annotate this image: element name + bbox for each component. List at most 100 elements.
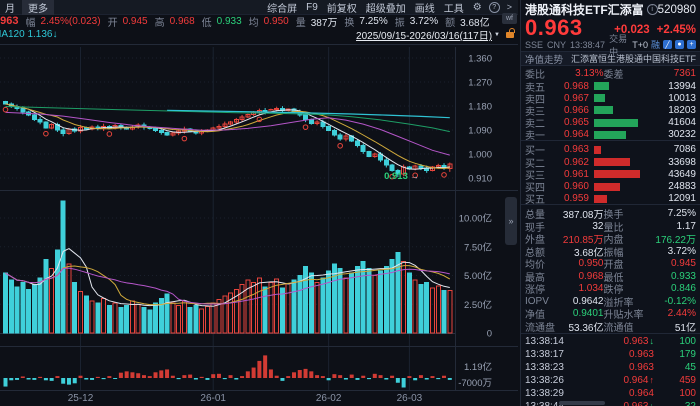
svg-text:10.00亿: 10.00亿	[459, 213, 492, 225]
svg-text:0.913: 0.913	[384, 171, 408, 182]
bid-level-row[interactable]: 买三 0.961 43649	[521, 167, 700, 182]
ask-level-row[interactable]: 卖三 0.966 18203	[521, 103, 700, 118]
margin-flag: 融	[650, 40, 660, 50]
svg-text:-7000万: -7000万	[458, 378, 492, 389]
info-value: 0.950	[263, 15, 289, 27]
top-menu-bar: 月 更多 综合屏 F9 前复权 超级叠加 画线 工具 ⚙ ? >	[0, 0, 518, 15]
info-value: 7.25%	[359, 15, 388, 27]
expand-arrow-icon[interactable]: >	[507, 2, 512, 12]
unlock-icon[interactable]	[506, 27, 515, 38]
info-icon[interactable]: i	[646, 4, 658, 15]
menu-item-F9[interactable]: F9	[306, 2, 318, 13]
menu-item-画线[interactable]: 画线	[415, 0, 435, 15]
weibi-row: 委比 3.13% 委差 7361	[521, 66, 700, 81]
ma-indicator-row: MA120 1.136↓ 2025/09/15-2026/03/16(117日)…	[0, 27, 518, 42]
stat-row: 流通盘 53.36亿 流通值 51亿	[525, 322, 696, 334]
t0-flag: T+0	[632, 39, 648, 50]
menu-items: 综合屏 F9 前复权 超级叠加 画线 工具	[267, 0, 464, 15]
fund-full-name: 汇添富恒生港股通中国科技ETF	[571, 54, 696, 64]
stats-grid: 总量 387.08万 换手 7.25% 现手 32 量比 1.17 外盘 210.85万 内盘 176…	[521, 204, 700, 334]
info-value: 0.933	[216, 15, 242, 27]
stat-row: 涨停 1.034 跌停 0.846	[525, 283, 696, 297]
last-price: 0.963	[525, 15, 583, 40]
svg-text:1.360: 1.360	[468, 54, 492, 65]
trade-tick-row: 13:38:23 0.963 45	[525, 362, 696, 374]
svg-text:26-02: 26-02	[316, 393, 342, 404]
svg-text:25-12: 25-12	[68, 393, 94, 404]
svg-text:2.50亿: 2.50亿	[464, 299, 492, 311]
svg-text:→: →	[410, 171, 419, 181]
stat-row: 净值 0.9401 升贴水率 2.44%	[525, 308, 696, 322]
panel-scrollbar[interactable]	[559, 401, 605, 405]
menu-item-综合屏[interactable]: 综合屏	[267, 0, 297, 15]
chevron-down-icon[interactable]: ▼	[494, 32, 500, 38]
svg-text:1.19亿: 1.19亿	[464, 361, 492, 373]
ma120-label: MA120 1.136↓	[0, 29, 58, 40]
trade-tick-row: 13:38:26 0.964↑ 459	[525, 375, 696, 387]
current-price: 0.963	[0, 15, 19, 27]
trade-tick-row: 13:38:14 0.963↓ 100	[525, 336, 696, 348]
info-value: 0.945	[122, 15, 148, 27]
svg-text:0.910: 0.910	[468, 174, 492, 185]
nav-strip: 净值走势 汇添富恒生港股通中国科技ETF	[521, 51, 700, 66]
price-info-row: 0.963 幅2.45%(0.023)开0.945高0.968低0.933均0.…	[0, 14, 518, 29]
svg-text:26-03: 26-03	[397, 393, 423, 404]
exchange-label: SSE	[525, 39, 544, 50]
tick-list[interactable]: 13:38:14 0.963↓ 100 13:38:17 0.963 179 13:38:2…	[521, 333, 700, 406]
info-value: 3.72%	[409, 15, 439, 27]
info-value: 2.45%(0.023)	[40, 15, 101, 27]
ask-level-row[interactable]: 卖一 0.964 30232	[521, 127, 700, 142]
date-range-selector[interactable]: 2025/09/15-2026/03/16(117日)	[356, 27, 492, 42]
weicha-label: 委差	[603, 70, 624, 81]
weibi-value: 3.13%	[575, 68, 604, 79]
quote-panel: 港股通科技ETF汇添富 i 520980 0.963 +0.023 +2.45%…	[520, 0, 700, 406]
trade-tick-row: 13:38:29 0.964 100	[525, 388, 696, 400]
edit-pencil-icon[interactable]: ╱	[663, 40, 672, 49]
svg-text:5.00亿: 5.00亿	[464, 270, 492, 282]
panel-collapse-handle[interactable]: »	[505, 197, 517, 245]
menu-item-前复权[interactable]: 前复权	[327, 0, 357, 15]
market-meta-row: SSE CNY 13:38:47 交易中 T+0 融 ╱ ● +	[521, 34, 700, 57]
stat-row: 外盘 210.85万 内盘 176.22万	[525, 235, 696, 247]
menu-item-工具[interactable]: 工具	[444, 0, 464, 15]
stat-row: 总量 387.08万 换手 7.25%	[525, 208, 696, 222]
stat-row: 现手 32 量比 1.17	[525, 220, 696, 234]
help-icon[interactable]: ?	[488, 1, 500, 13]
instrument-code: 520980	[657, 3, 697, 16]
period-tab-more[interactable]: 更多	[22, 0, 54, 15]
price-change-pct: +2.45%	[656, 24, 696, 36]
trade-tick-row: 13:38:17 0.963 179	[525, 349, 696, 361]
period-tab-month[interactable]: 月	[0, 0, 20, 15]
bid-level-row[interactable]: 买一 0.963 7086	[521, 142, 700, 157]
svg-text:7.50亿: 7.50亿	[464, 241, 492, 253]
add-plus-icon[interactable]: +	[687, 40, 696, 49]
alert-dot-icon[interactable]: ●	[675, 40, 684, 49]
kline-chart[interactable]: 1.360 1.270 1.180 1.090 1.000 0.910 10.00亿 7.50…	[0, 0, 520, 406]
bid-level-row[interactable]: 买二 0.962 33698	[521, 155, 700, 170]
trade-tick-row: 13:38:440.963↓32	[521, 400, 700, 406]
stat-row: 最高 0.968 最低 0.933	[525, 270, 696, 284]
stat-row: IOPV 0.9642 溢折率 -0.12%	[525, 295, 696, 309]
nav-tab[interactable]: 净值走势	[525, 52, 563, 66]
stat-row: 总额 3.68亿 振幅 3.72%	[525, 245, 696, 259]
svg-text:1.270: 1.270	[468, 78, 492, 89]
bid-level-row[interactable]: 买四 0.960 24883	[521, 179, 700, 194]
order-book: 卖五 0.968 13994 卖四 0.967 10013 卖三 0.966 18203 卖二 0.…	[521, 79, 700, 206]
stat-row: 均价 0.950 开盘 0.945	[525, 258, 696, 272]
bid-level-row[interactable]: 买五 0.959 12091	[521, 191, 700, 206]
svg-text:1.180: 1.180	[468, 102, 492, 113]
wf-watermark-badge: wf	[502, 13, 517, 24]
menu-item-超级叠加[interactable]: 超级叠加	[366, 0, 406, 15]
trading-app-window: 1.360 1.270 1.180 1.090 1.000 0.910 10.00亿 7.50…	[0, 0, 700, 406]
ask-level-row[interactable]: 卖四 0.967 10013	[521, 91, 700, 106]
quote-time: 13:38:47	[570, 39, 606, 50]
svg-text:0: 0	[487, 329, 492, 340]
svg-text:1.000: 1.000	[468, 150, 492, 161]
currency-label: CNY	[547, 39, 567, 50]
settings-gear-icon[interactable]: ⚙	[473, 2, 482, 13]
ask-level-row[interactable]: 卖二 0.965 41604	[521, 115, 700, 130]
svg-text:26-01: 26-01	[200, 393, 226, 404]
svg-text:1.090: 1.090	[468, 126, 492, 137]
weicha-value: 7361	[673, 68, 696, 79]
info-value: 0.968	[169, 15, 195, 27]
